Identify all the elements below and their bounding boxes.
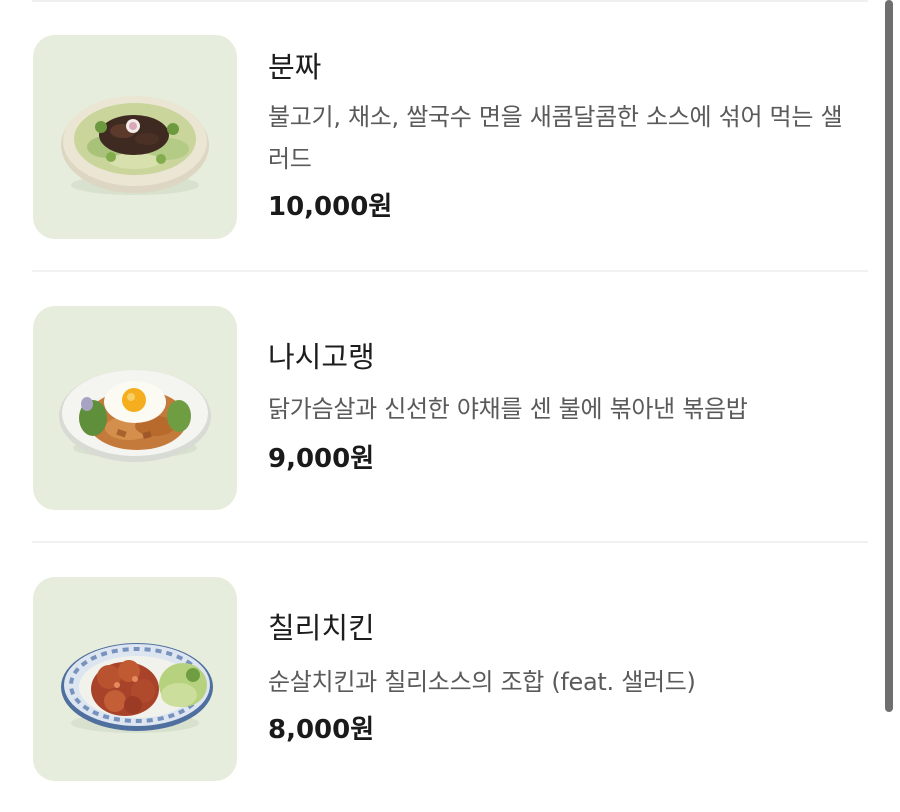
divider [32, 541, 868, 543]
menu-item-price: 10,000원 [268, 192, 393, 222]
scrollbar[interactable] [885, 0, 893, 712]
divider [32, 0, 868, 2]
nasi-goreng-plate-icon [33, 306, 237, 510]
menu-item-price: 8,000원 [268, 715, 375, 745]
menu-list: 분짜 불고기, 채소, 쌀국수 면을 새콤달콤한 소스에 섞어 먹는 샐러드 1… [0, 0, 900, 812]
menu-item-description: 순살치킨과 칠리소스의 조합 (feat. 샐러드) [268, 668, 696, 696]
menu-item-description: 불고기, 채소, 쌀국수 면을 새콤달콤한 소스에 섞어 먹는 샐러드 [268, 103, 843, 173]
menu-item-name: 나시고랭 [268, 340, 375, 374]
bun-cha-salad-bowl-icon [33, 35, 237, 239]
menu-item-name: 칠리치킨 [268, 611, 375, 645]
menu-item-image [33, 306, 237, 510]
menu-item-name: 분짜 [268, 50, 322, 84]
menu-item-nasi-goreng[interactable]: 나시고랭 닭가슴살과 신선한 야채를 센 불에 볶아낸 볶음밥 9,000원 [0, 306, 880, 510]
menu-item-image [33, 35, 237, 239]
menu-item-description: 닭가슴살과 신선한 야채를 센 불에 볶아낸 볶음밥 [268, 395, 748, 423]
menu-item-chili-chicken[interactable]: 칠리치킨 순살치킨과 칠리소스의 조합 (feat. 샐러드) 8,000원 [0, 577, 880, 781]
menu-item-bun-cha[interactable]: 분짜 불고기, 채소, 쌀국수 면을 새콤달콤한 소스에 섞어 먹는 샐러드 1… [0, 35, 880, 239]
menu-item-image [33, 577, 237, 781]
menu-item-price: 9,000원 [268, 444, 375, 474]
chili-chicken-plate-icon [33, 577, 237, 781]
divider [32, 270, 868, 272]
